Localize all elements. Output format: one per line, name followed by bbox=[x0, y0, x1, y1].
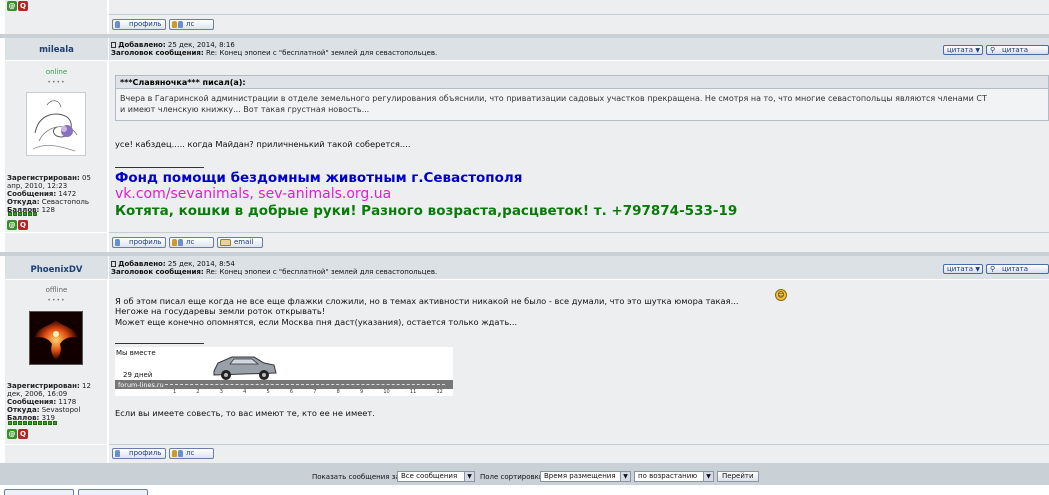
pm-button[interactable]: лс bbox=[169, 237, 214, 248]
profile-button[interactable]: профиль bbox=[112, 237, 166, 248]
pm-button[interactable]: лс bbox=[169, 448, 214, 459]
show-label: Показать сообщения за: bbox=[312, 473, 403, 481]
post1-online-status: online bbox=[45, 68, 68, 76]
post1-avatar[interactable] bbox=[26, 92, 86, 156]
post2-body-line2: Негоже на государевы земли роток открыва… bbox=[115, 306, 326, 316]
post1-quote-full-button[interactable]: ⚲ цитата bbox=[986, 45, 1049, 55]
sort-label: Поле сортировки bbox=[480, 473, 544, 481]
post1-date-line: Добавлено: 25 дек, 2014, 8:16 bbox=[111, 42, 235, 49]
quote-author: ***Славяночка*** писал(а): bbox=[116, 76, 1048, 89]
user-quote-icon[interactable]: Q bbox=[18, 220, 28, 230]
chevron-down-icon: ▼ bbox=[464, 472, 474, 481]
car-icon bbox=[213, 356, 277, 380]
post1-quote-button[interactable]: цитата ▼ bbox=[943, 45, 983, 55]
banner-site: forum-lines.ru bbox=[118, 381, 164, 389]
reply-button[interactable] bbox=[78, 489, 148, 495]
go-button[interactable]: Перейти bbox=[717, 471, 759, 482]
smiley-icon: ☺ bbox=[775, 289, 787, 301]
show-period-select[interactable]: Все сообщения ▼ bbox=[397, 471, 475, 482]
post2-offline-status: offline bbox=[45, 286, 68, 294]
post-icon bbox=[111, 42, 116, 48]
banner-title: Мы вместе bbox=[116, 349, 156, 357]
profile-button[interactable]: профиль bbox=[112, 448, 166, 459]
post1-signature-line1: Фонд помощи бездомным животным г.Севасто… bbox=[115, 170, 523, 186]
profile-button[interactable]: профиль bbox=[112, 19, 166, 30]
post2-author-name[interactable]: PhoenixDV bbox=[5, 265, 108, 275]
user-online-icon[interactable]: @ bbox=[7, 429, 17, 439]
post2-user-icons: @ Q bbox=[7, 429, 28, 439]
post1-user-icons: @ Q bbox=[7, 220, 28, 230]
sort-order-select[interactable]: по возрастанию ▼ bbox=[634, 471, 714, 482]
chevron-down-icon: ▼ bbox=[975, 47, 980, 54]
post2-body-line1: Я об этом писал еще когда не все еще фла… bbox=[115, 296, 739, 306]
quote-text: Вчера в Гагаринской администрации в отде… bbox=[120, 94, 987, 114]
post2-footer-left bbox=[5, 445, 108, 463]
post2-user-meta: Зарегистрирован: 12 дек, 2006, 16:09 Соо… bbox=[7, 382, 91, 422]
post2-quote-full-button[interactable]: ⚲ цитата bbox=[986, 264, 1049, 274]
post1-author-name[interactable]: mileala bbox=[5, 45, 108, 55]
search-icon: ⚲ bbox=[990, 265, 996, 273]
post2-avatar[interactable] bbox=[29, 311, 83, 365]
post2-rank-bar bbox=[8, 421, 57, 426]
post1-footer-left bbox=[5, 233, 108, 252]
email-icon bbox=[220, 239, 232, 246]
post1-signature-line3: Котята, кошки в добрые руки! Разного воз… bbox=[115, 203, 738, 219]
signature-divider bbox=[115, 343, 204, 344]
profile-icon bbox=[115, 239, 127, 246]
post1-body-text: усе! кабздец..... когда Майдан? приличне… bbox=[115, 139, 411, 149]
post2-signature: Если вы имеете совесть, то вас имеют те,… bbox=[115, 408, 375, 418]
post2-date-line: Добавлено: 25 дек, 2014, 8:54 bbox=[111, 261, 235, 268]
post1-subject-line: Заголовок сообщения: Re: Конец эпопеи с … bbox=[111, 49, 438, 57]
user-quote-icon[interactable]: Q bbox=[18, 1, 28, 11]
signature-divider bbox=[115, 167, 204, 168]
post1-rank-bar bbox=[8, 212, 37, 217]
banner-ticks: 1 2 3 4 5 6 7 8 9 10 11 12 bbox=[173, 389, 443, 395]
prev-user-icons: @ Q bbox=[7, 1, 28, 11]
post2-subject-line: Заголовок сообщения: Re: Конец эпопеи с … bbox=[111, 268, 438, 276]
profile-icon bbox=[115, 450, 127, 457]
user-online-icon[interactable]: @ bbox=[7, 220, 17, 230]
post2-footer-right bbox=[109, 445, 1049, 463]
pm-icon bbox=[172, 450, 184, 457]
pm-icon bbox=[172, 21, 184, 28]
new-topic-button[interactable] bbox=[4, 489, 74, 495]
user-quote-icon[interactable]: Q bbox=[18, 429, 28, 439]
chevron-down-icon: ▼ bbox=[975, 266, 980, 273]
email-button[interactable]: email bbox=[217, 237, 263, 248]
divider bbox=[109, 14, 1049, 15]
sort-field-select[interactable]: Время размещения ▼ bbox=[540, 471, 631, 482]
post2-rank-stars: •••• bbox=[47, 297, 66, 304]
chevron-down-icon: ▼ bbox=[620, 472, 630, 481]
prev-post-right bbox=[109, 0, 1049, 34]
profile-icon bbox=[115, 21, 127, 28]
user-online-icon[interactable]: @ bbox=[7, 1, 17, 11]
forum-lines-banner[interactable]: Мы вместе 29 дней forum-lines.ru 1234567… bbox=[115, 347, 453, 396]
banner-days: 29 дней bbox=[123, 371, 153, 379]
search-icon: ⚲ bbox=[990, 46, 996, 54]
post2-body-line3: Может еще конечно опомнятся, если Москва… bbox=[115, 317, 518, 327]
pm-icon bbox=[172, 239, 184, 246]
post1-quote-block: ***Славяночка*** писал(а): Вчера в Гагар… bbox=[115, 75, 1049, 121]
post1-rank-stars: •••• bbox=[47, 79, 66, 86]
post1-signature-link[interactable]: vk.com/sevanimals, sev-animals.org.ua bbox=[115, 186, 391, 203]
pm-button[interactable]: лс bbox=[169, 19, 214, 30]
chevron-down-icon: ▼ bbox=[703, 472, 713, 481]
post-icon bbox=[111, 261, 116, 267]
post2-quote-button[interactable]: цитата ▼ bbox=[943, 264, 983, 274]
post1-user-meta: Зарегистрирован: 05 апр, 2010, 12:23 Соо… bbox=[7, 174, 91, 214]
